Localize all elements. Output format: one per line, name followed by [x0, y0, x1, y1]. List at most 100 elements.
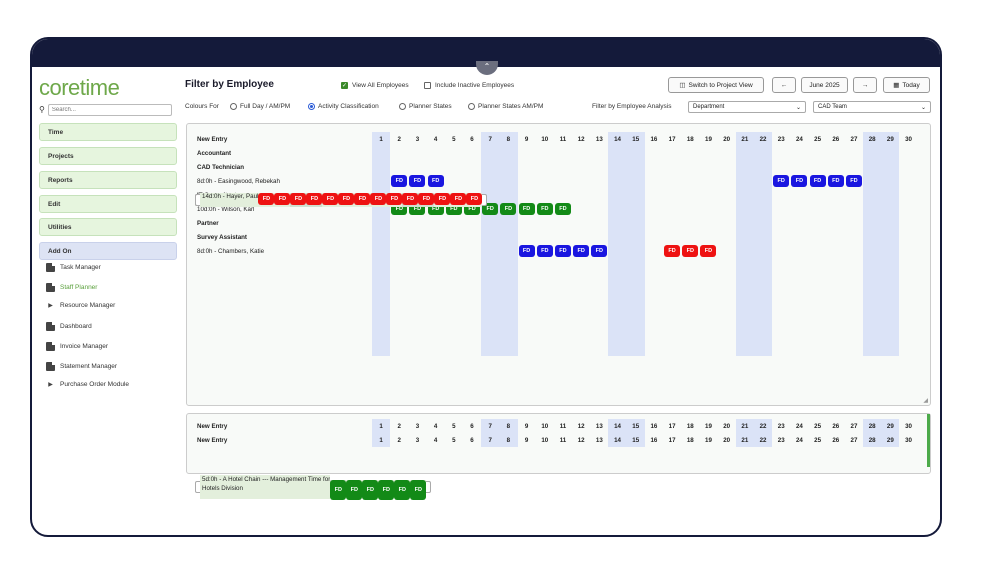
nav-item-statement-manager[interactable]: Statement Manager	[46, 361, 117, 371]
day-cell[interactable]: FD	[663, 244, 681, 258]
day-cell[interactable]	[663, 202, 681, 216]
day-cell[interactable]: FD	[772, 174, 790, 188]
day-cell[interactable]: FD	[554, 244, 572, 258]
day-cell[interactable]	[772, 202, 790, 216]
fd-booking-pill[interactable]: FD	[682, 245, 699, 257]
day-cell[interactable]	[572, 174, 590, 188]
day-cell[interactable]	[863, 174, 882, 188]
fd-booking-pill[interactable]: FD	[434, 193, 451, 205]
day-cell[interactable]	[372, 174, 391, 188]
day-cell[interactable]	[445, 244, 463, 258]
team-select[interactable]: CAD Team ⌄	[813, 101, 931, 113]
fd-booking-pill[interactable]: FD	[394, 480, 411, 500]
day-cell[interactable]	[790, 202, 808, 216]
day-cell[interactable]: FD	[390, 174, 408, 188]
day-cell[interactable]	[390, 244, 408, 258]
day-cell[interactable]	[881, 244, 900, 258]
day-cell[interactable]: FD	[362, 480, 379, 500]
fd-booking-pill[interactable]: FD	[664, 245, 681, 257]
day-cell[interactable]: FD	[499, 202, 518, 216]
day-cell[interactable]: FD	[434, 193, 451, 207]
day-cell[interactable]	[899, 244, 917, 258]
view-all-checkbox[interactable]: ✓ View All Employees	[341, 82, 409, 89]
new-entry-link[interactable]: New Entry	[195, 132, 372, 146]
day-cell[interactable]	[753, 244, 773, 258]
day-cell[interactable]	[645, 202, 663, 216]
day-cell[interactable]	[699, 174, 717, 188]
day-cell[interactable]: FD	[386, 193, 403, 207]
day-cell[interactable]	[445, 174, 463, 188]
new-entry-link[interactable]: New Entry	[195, 433, 372, 447]
day-cell[interactable]: FD	[572, 244, 590, 258]
day-cell[interactable]: FD	[410, 480, 427, 500]
today-button[interactable]: ▦ Today	[883, 77, 930, 93]
day-cell[interactable]: FD	[827, 174, 845, 188]
day-cell[interactable]: FD	[338, 193, 355, 207]
nav-item-staff-planner[interactable]: Staff Planner	[46, 282, 97, 292]
day-cell[interactable]	[626, 174, 645, 188]
day-cell[interactable]	[518, 174, 536, 188]
day-cell[interactable]: FD	[290, 193, 307, 207]
fd-booking-pill[interactable]: FD	[290, 193, 307, 205]
day-cell[interactable]	[645, 174, 663, 188]
fd-booking-pill[interactable]: FD	[809, 175, 826, 187]
project-row[interactable]: 5d:0h - A Hotel Chain --- Management Tim…	[195, 475, 432, 500]
include-inactive-checkbox[interactable]: Include Inactive Employees	[424, 82, 514, 89]
day-cell[interactable]	[735, 202, 754, 216]
day-cell[interactable]	[554, 174, 572, 188]
fd-booking-pill[interactable]: FD	[306, 193, 323, 205]
fd-booking-pill[interactable]: FD	[554, 203, 571, 215]
scrollbar[interactable]	[927, 414, 930, 467]
fd-booking-pill[interactable]: FD	[362, 480, 379, 500]
fd-booking-pill[interactable]: FD	[402, 193, 419, 205]
day-cell[interactable]: FD	[354, 193, 371, 207]
day-cell[interactable]	[845, 202, 863, 216]
day-cell[interactable]	[772, 244, 790, 258]
fd-booking-pill[interactable]: FD	[591, 245, 608, 257]
new-entry-link[interactable]: New Entry	[195, 419, 372, 433]
day-cell[interactable]: FD	[258, 193, 275, 207]
nav-item-dashboard[interactable]: Dashboard	[46, 322, 92, 332]
fd-booking-pill[interactable]: FD	[391, 175, 408, 187]
day-cell[interactable]	[608, 174, 627, 188]
prev-month-button[interactable]: ←	[772, 77, 796, 93]
day-cell[interactable]	[408, 244, 426, 258]
day-cell[interactable]	[663, 174, 681, 188]
fd-booking-pill[interactable]: FD	[466, 193, 483, 205]
day-cell[interactable]: FD	[590, 244, 608, 258]
day-cell[interactable]	[481, 244, 500, 258]
search-input[interactable]	[47, 103, 172, 116]
day-cell[interactable]	[827, 202, 845, 216]
day-cell[interactable]	[718, 244, 736, 258]
fd-booking-pill[interactable]: FD	[346, 480, 363, 500]
day-cell[interactable]	[827, 244, 845, 258]
fd-booking-pill[interactable]: FD	[700, 245, 717, 257]
day-cell[interactable]: FD	[790, 174, 808, 188]
day-cell[interactable]: FD	[306, 193, 323, 207]
day-cell[interactable]: FD	[322, 193, 339, 207]
fd-booking-pill[interactable]: FD	[274, 193, 291, 205]
day-cell[interactable]	[809, 202, 827, 216]
day-cell[interactable]	[681, 202, 699, 216]
radio-activity-classification[interactable]: Activity Classification	[308, 103, 379, 110]
day-cell[interactable]: FD	[466, 193, 483, 207]
day-cell[interactable]: FD	[370, 193, 387, 207]
day-cell[interactable]	[590, 202, 608, 216]
day-cell[interactable]	[590, 174, 608, 188]
fd-booking-pill[interactable]: FD	[845, 175, 862, 187]
fd-booking-pill[interactable]: FD	[338, 193, 355, 205]
fd-booking-pill[interactable]: FD	[378, 480, 395, 500]
day-cell[interactable]	[845, 244, 863, 258]
radio-planner-states[interactable]: Planner States	[399, 103, 452, 110]
fd-booking-pill[interactable]: FD	[354, 193, 371, 205]
fd-booking-pill[interactable]: FD	[409, 175, 426, 187]
fd-booking-pill[interactable]: FD	[827, 175, 844, 187]
day-cell[interactable]	[809, 244, 827, 258]
day-cell[interactable]	[608, 202, 627, 216]
day-cell[interactable]: FD	[518, 202, 536, 216]
day-cell[interactable]: FD	[346, 480, 363, 500]
day-cell[interactable]	[899, 202, 917, 216]
employee-row[interactable]: 14d:0h - Hayer, Paul FD FD FD FD FD FD FD FD FD FD…	[195, 193, 488, 207]
nav-item-invoice-manager[interactable]: Invoice Manager	[46, 341, 108, 351]
day-cell[interactable]	[881, 202, 900, 216]
